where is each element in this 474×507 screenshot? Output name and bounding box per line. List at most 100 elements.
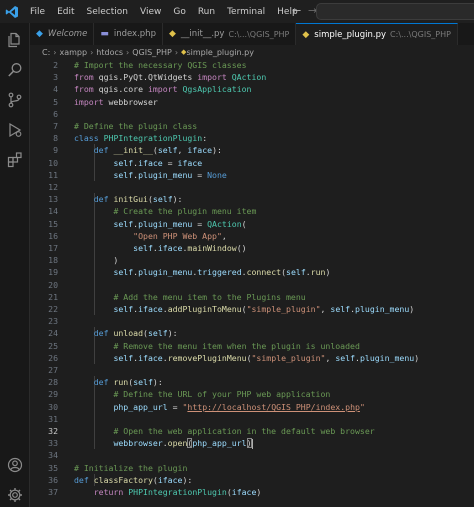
line-number: 11 — [48, 169, 58, 180]
class-name: QAction — [207, 218, 242, 229]
code-line: 16 "Open PHP Web App", — [30, 230, 474, 242]
menu-selection[interactable]: Selection — [81, 7, 134, 17]
code-content[interactable]: ) — [74, 254, 118, 266]
breadcrumb-item[interactable]: xampp — [59, 48, 87, 57]
line-number: 15 — [48, 218, 58, 229]
code-content[interactable]: # Open the web application in the defaul… — [74, 425, 374, 437]
code-text: = — [167, 401, 183, 412]
identifier: self — [147, 328, 168, 339]
code-text: ): — [212, 145, 222, 156]
code-content[interactable]: # Define the URL of your PHP web applica… — [74, 388, 330, 400]
code-content[interactable]: # Define the plugin class — [74, 120, 197, 132]
code-content[interactable]: self.iface = iface — [74, 157, 202, 169]
files-icon[interactable] — [0, 25, 30, 55]
tab-init-py[interactable]: ◆ __init__.py C:\...\QGIS_PHP — [163, 23, 297, 45]
code-content[interactable]: self.iface.addPluginToMenu("simple_plugi… — [74, 303, 414, 315]
code-content[interactable]: def run(self): — [74, 376, 163, 388]
menu-edit[interactable]: Edit — [51, 7, 80, 17]
code-content[interactable]: def unload(self): — [74, 327, 178, 339]
menu-file[interactable]: File — [24, 7, 51, 17]
code-line: 12 — [30, 181, 474, 193]
identifier: self — [330, 304, 351, 314]
code-content[interactable]: "Open PHP Web App", — [74, 230, 227, 242]
code-content[interactable]: # Import the necessary QGIS classes — [74, 59, 247, 71]
identifier: plugin_menu — [359, 352, 415, 363]
menu-go[interactable]: Go — [167, 7, 191, 17]
php-file-icon: ▬ — [100, 29, 109, 39]
menu-terminal[interactable]: Terminal — [221, 7, 271, 17]
code-content[interactable]: self.iface.mainWindow() — [74, 242, 246, 254]
code-content[interactable]: def initGui(self): — [74, 193, 183, 205]
code-content[interactable]: def classFactory(iface): — [74, 474, 192, 486]
breadcrumb-item[interactable]: QGIS_PHP — [132, 48, 172, 57]
account-icon[interactable] — [0, 450, 30, 480]
code-content[interactable]: self.plugin_menu = QAction( — [74, 218, 246, 230]
code-content[interactable]: def __init__(self, iface): — [74, 144, 222, 156]
string: "simple_plugin" — [251, 352, 326, 363]
code-content[interactable]: self.iface.removePluginMenu("simple_plug… — [74, 352, 419, 364]
keyword: return — [93, 487, 124, 497]
extensions-icon[interactable] — [0, 145, 30, 175]
code-content[interactable]: php_app_url = "http://localhost/QGIS_PHP… — [74, 401, 365, 413]
search-icon[interactable] — [0, 55, 30, 85]
tab-label: index.php — [113, 29, 156, 39]
function-name: open — [167, 438, 188, 449]
code-content[interactable]: self.plugin_menu = None — [74, 169, 226, 181]
code-content[interactable]: from qgis.core import QgsApplication — [74, 83, 251, 95]
identifier: self — [113, 267, 134, 278]
line-number: 18 — [48, 255, 58, 266]
code-content[interactable]: from qgis.PyQt.QtWidgets import QAction — [74, 71, 266, 83]
code-content[interactable]: class PHPIntegrationPlugin: — [74, 132, 207, 144]
code-content[interactable]: # Add the menu item to the Plugins menu — [74, 291, 305, 303]
code-text: ) — [325, 267, 331, 278]
code-content[interactable]: # Initialize the plugin — [74, 462, 187, 474]
identifier: self — [157, 145, 178, 156]
back-arrow-icon[interactable]: ← — [292, 4, 301, 17]
code-text: : — [202, 133, 208, 144]
code-content[interactable]: self.plugin_menu.triggered.connect(self.… — [74, 266, 330, 278]
code-line: 13 def initGui(self): — [30, 193, 474, 205]
comment: # Define the plugin class — [74, 121, 198, 131]
run-debug-icon[interactable] — [0, 115, 30, 145]
function-name: connect — [246, 267, 282, 278]
function-name: addPluginToMenu — [167, 304, 242, 314]
keyword: import — [74, 96, 104, 107]
code-content[interactable]: # Create the plugin menu item — [74, 205, 256, 217]
command-center-search[interactable] — [316, 3, 474, 20]
breadcrumb-item[interactable]: C: — [42, 48, 50, 57]
line-number: 28 — [48, 377, 58, 388]
code-content[interactable]: import webbrowser — [74, 96, 158, 108]
menu-run[interactable]: Run — [192, 7, 221, 17]
code-line: 14 # Create the plugin menu item — [30, 205, 474, 217]
identifier: php_app_url — [113, 401, 168, 412]
url-link[interactable]: http://localhost/QGIS_PHP/index.php — [187, 402, 360, 412]
code-content[interactable]: # Remove the menu item when the plugin i… — [74, 340, 359, 352]
code-editor[interactable]: 2 # Import the necessary QGIS classes 3 fro… — [30, 59, 474, 507]
title-bar: File Edit Selection View Go Run Terminal Help ←… — [0, 0, 474, 23]
keyword: from — [74, 84, 94, 95]
line-number: 26 — [48, 352, 58, 363]
identifier: plugin_menu — [355, 304, 410, 314]
tab-description: C:\...\QGIS_PHP — [228, 29, 290, 39]
tab-welcome[interactable]: ◆ Welcome — [30, 23, 95, 45]
vscode-logo-icon[interactable] — [0, 0, 24, 23]
code-line: 37 return PHPIntegrationPlugin(iface) — [30, 486, 474, 498]
code-text: = — [192, 169, 208, 180]
code-content[interactable]: return PHPIntegrationPlugin(iface) — [74, 486, 262, 498]
code-content[interactable]: webbrowser.open(php_app_url) — [74, 437, 253, 449]
breadcrumb-item[interactable]: simple_plugin.py — [186, 48, 254, 57]
settings-gear-icon[interactable] — [0, 480, 30, 507]
menu-view[interactable]: View — [134, 7, 167, 17]
code-line: 19 self.plugin_menu.triggered.connect(se… — [30, 266, 474, 278]
string: " — [359, 401, 365, 412]
tab-simple-plugin-py[interactable]: ◆ simple_plugin.py C:\...\QGIS_PHP — [296, 23, 458, 45]
tab-index-php[interactable]: ▬ index.php — [94, 23, 163, 45]
source-control-icon[interactable] — [0, 85, 30, 115]
breadcrumb-item[interactable]: htdocs — [96, 48, 123, 57]
